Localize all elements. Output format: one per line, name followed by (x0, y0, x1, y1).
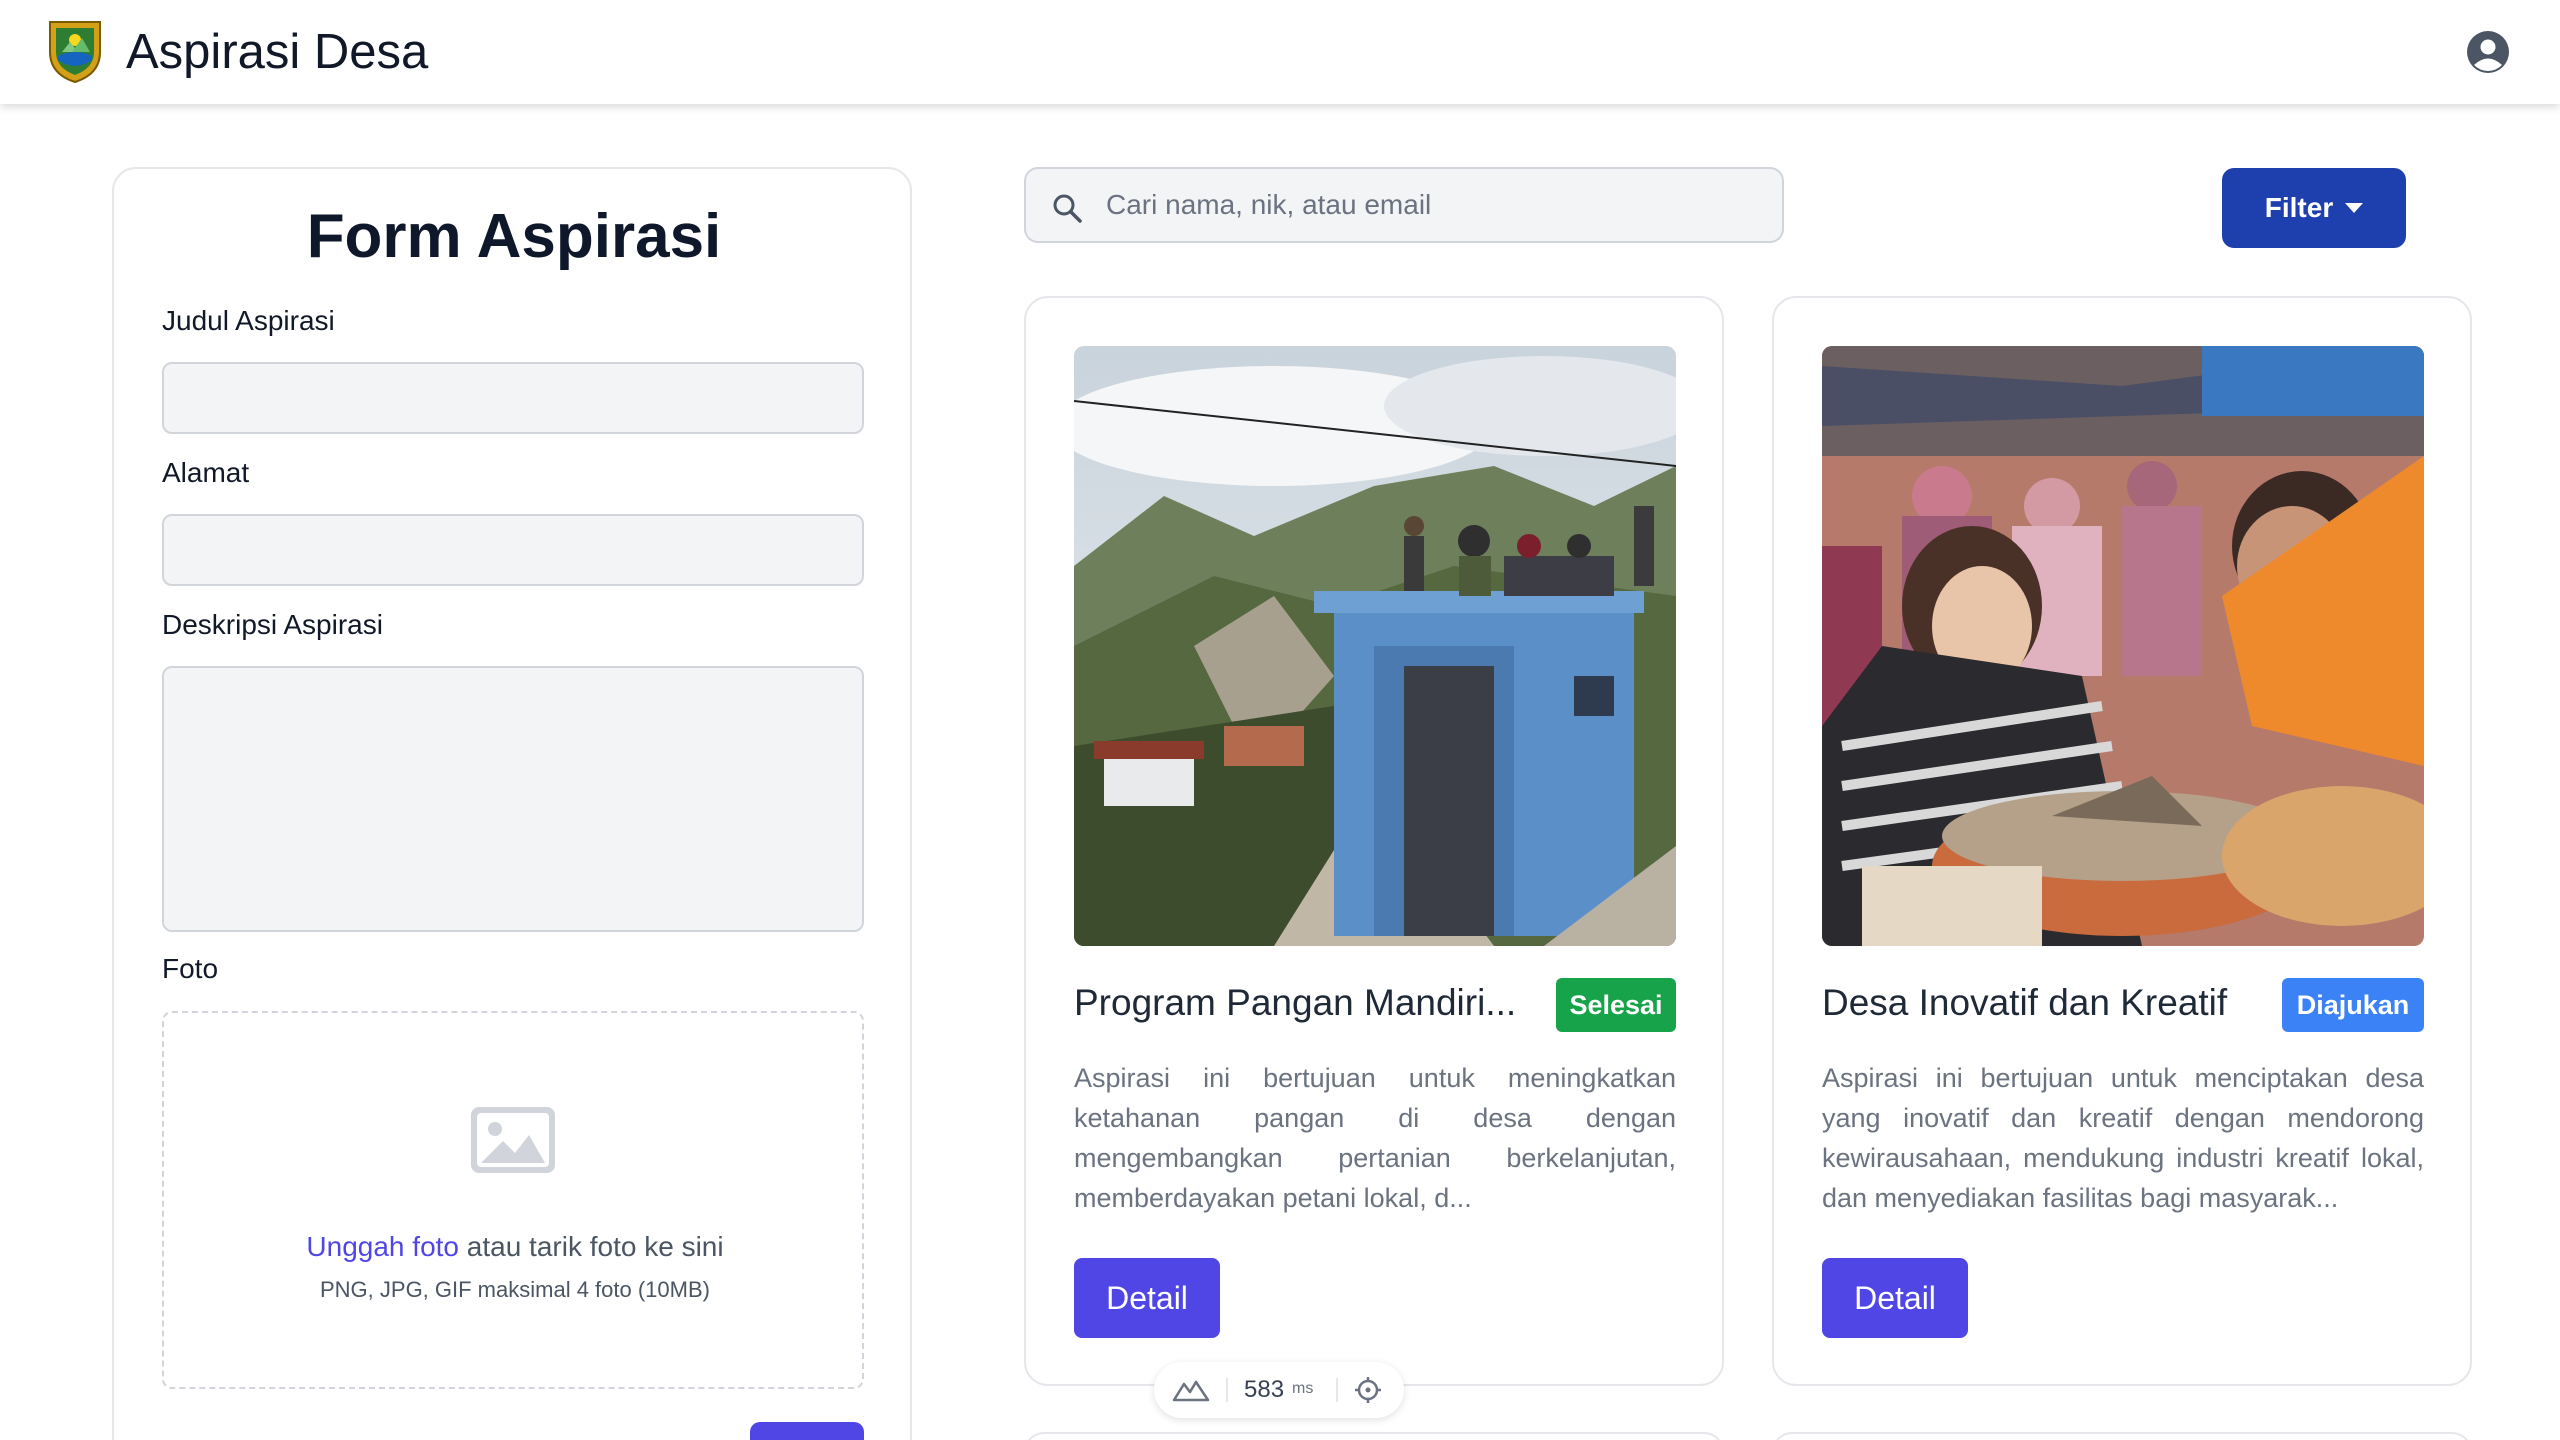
status-badge: Selesai (1556, 978, 1676, 1032)
user-circle-icon[interactable] (2466, 30, 2510, 74)
card-title: Desa Inovatif dan Kreatif (1822, 982, 2228, 1023)
mountain-village-photo (1074, 346, 1676, 946)
perf-unit: ms (1292, 1380, 1314, 1397)
caret-down-icon (2345, 203, 2364, 213)
mountain-logo-icon (1172, 1380, 1210, 1402)
judul-input[interactable] (162, 362, 864, 434)
detail-button[interactable]: Detail (1822, 1258, 1968, 1338)
card-image-mountain-village (1074, 346, 1676, 946)
photo-dropzone[interactable]: Unggah foto atau tarik foto ke sini PNG,… (162, 1011, 864, 1389)
crosshair-icon[interactable] (1354, 1376, 1382, 1404)
filter-label: Filter (2264, 192, 2334, 223)
alamat-input[interactable] (162, 514, 864, 586)
image-placeholder-icon (471, 1107, 555, 1173)
upload-instructions: Unggah foto atau tarik foto ke sini (164, 1231, 866, 1263)
search-placeholder: Cari nama, nik, atau email (1106, 189, 1432, 220)
card-description: Aspirasi ini bertujuan untuk menciptakan… (1822, 1063, 2424, 1213)
detail-button[interactable]: Detail (1074, 1258, 1220, 1338)
form-title: Form Aspirasi (306, 202, 722, 271)
upload-photo-link[interactable]: Unggah foto (306, 1231, 459, 1262)
aspiration-card-next (1024, 1432, 1724, 1440)
market-photo (1822, 346, 2424, 946)
perf-value: 583 (1244, 1376, 1285, 1403)
aspiration-card: Desa Inovatif dan Kreatif Diajukan Aspir… (1772, 296, 2472, 1386)
card-title: Program Pangan Mandiri... (1074, 982, 1517, 1023)
top-navbar: Aspirasi Desa (0, 0, 2560, 104)
aspiration-card: Program Pangan Mandiri... Selesai Aspira… (1024, 296, 1724, 1386)
foto-label: Foto (162, 953, 219, 984)
aspiration-form-card: Form Aspirasi Judul Aspirasi Alamat Desk… (112, 167, 912, 1440)
alamat-label: Alamat (162, 457, 250, 488)
deskripsi-textarea[interactable] (162, 666, 864, 932)
upload-drag-text: atau tarik foto ke sini (459, 1231, 724, 1262)
filter-button[interactable]: Filter (2222, 168, 2406, 248)
village-crest-logo[interactable] (44, 18, 106, 84)
perf-widget[interactable]: 583 ms (1154, 1362, 1404, 1418)
deskripsi-label: Deskripsi Aspirasi (162, 609, 383, 640)
aspiration-card-next (1772, 1432, 2472, 1440)
divider (1336, 1378, 1338, 1402)
status-badge: Diajukan (2282, 978, 2424, 1032)
submit-button[interactable] (750, 1422, 864, 1440)
upload-hint: PNG, JPG, GIF maksimal 4 foto (10MB) (320, 1277, 710, 1302)
search-icon (1053, 194, 1082, 223)
judul-label: Judul Aspirasi (162, 305, 335, 336)
divider (1226, 1378, 1228, 1402)
app-title[interactable]: Aspirasi Desa (126, 24, 428, 80)
search-input[interactable]: Cari nama, nik, atau email (1024, 167, 1784, 243)
card-image-market (1822, 346, 2424, 946)
card-description: Aspirasi ini bertujuan untuk meningkatka… (1074, 1063, 1676, 1213)
